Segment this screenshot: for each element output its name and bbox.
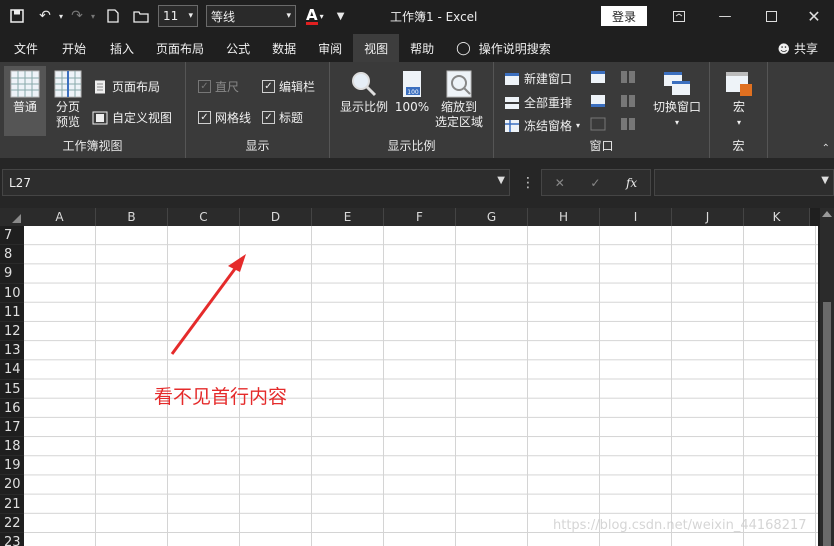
annotation-text: 看不见首行内容 [154, 386, 288, 408]
watermark: https://blog.csdn.net/weixin_44168217 [553, 518, 807, 533]
annotation-arrow [170, 254, 246, 355]
